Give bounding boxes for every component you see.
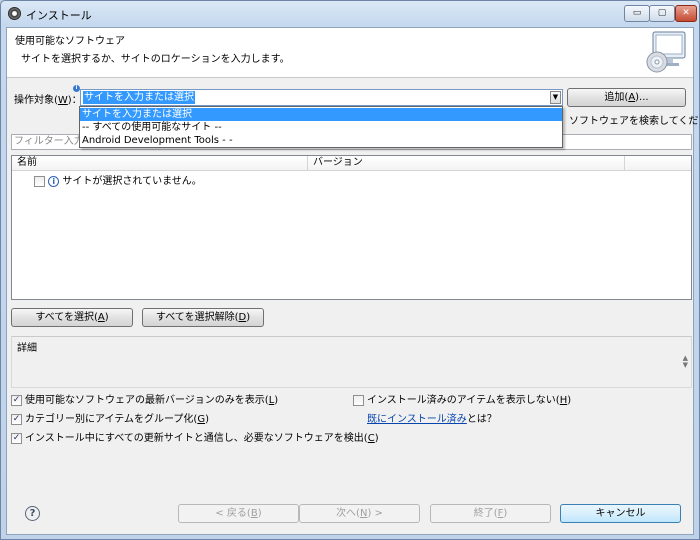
work-with-dropdown-list[interactable]: サイトを入力または選択 -- すべての使用可能なサイト -- Android D… (79, 106, 563, 148)
maximize-button[interactable]: ▢ (649, 5, 675, 22)
finish-button[interactable]: 終了(F) (430, 504, 551, 523)
wizard-header: 使用可能なソフトウェア サイトを選択するか、サイトのロケーションを入力します。 (7, 28, 693, 78)
software-tree[interactable]: 名前 バージョン i サイトが選択されていません。 (11, 155, 692, 300)
column-name[interactable]: 名前 (12, 156, 308, 171)
row-checkbox[interactable] (34, 175, 45, 187)
help-icon[interactable]: ? (25, 506, 40, 521)
close-button[interactable]: ✕ (675, 5, 697, 22)
work-with-combo-value[interactable]: サイトを入力または選択 (83, 91, 195, 104)
add-site-button[interactable]: 追加(A)... (567, 88, 686, 107)
column-version[interactable]: バージョン (308, 156, 625, 171)
deselect-all-button[interactable]: すべてを選択解除(D) (142, 308, 264, 327)
group-by-category-option[interactable]: ✓ カテゴリー別にアイテムをグループ化(G) (11, 413, 209, 426)
page-description: サイトを選択するか、サイトのロケーションを入力します。 (21, 54, 290, 65)
tree-header: 名前 バージョン (12, 156, 691, 171)
install-dialog: インストール ▭ ▢ ✕ 使用可能なソフトウェア サイトを選択するか、サイトのロ… (0, 0, 700, 540)
dropdown-option[interactable]: Android Development Tools - - (80, 134, 562, 147)
latest-only-checkbox[interactable]: ✓ (11, 394, 22, 406)
work-with-label: 操作対象(W)： (14, 95, 82, 106)
details-scroll-arrows[interactable]: ▲ ▼ (683, 355, 688, 369)
monitor-cd-icon (646, 31, 686, 73)
contact-sites-option[interactable]: ✓ インストール中にすべての更新サイトと通信し、必要なソフトウェアを検出(C) (11, 432, 379, 445)
select-all-button[interactable]: すべてを選択(A) (11, 308, 133, 327)
dropdown-option[interactable]: -- すべての使用可能なサイト -- (80, 121, 562, 134)
eclipse-app-icon (8, 7, 21, 20)
hide-installed-option[interactable]: インストール済みのアイテムを表示しない(H) (353, 394, 571, 407)
already-installed-row: 既にインストール済みとは？ (367, 413, 497, 426)
empty-message: サイトが選択されていません。 (62, 176, 202, 187)
already-installed-link[interactable]: 既にインストール済み (367, 414, 467, 425)
tree-row: i サイトが選択されていません。 (34, 175, 202, 189)
details-area[interactable]: ▲ ▼ (11, 336, 692, 388)
work-with-combo[interactable]: サイトを入力または選択 ▼ (80, 89, 563, 106)
title-bar[interactable]: インストール ▭ ▢ ✕ (1, 1, 699, 27)
latest-only-option[interactable]: ✓ 使用可能なソフトウェアの最新バージョンのみを表示(L) (11, 394, 278, 407)
chevron-down-icon[interactable]: ▼ (550, 91, 561, 104)
dialog-client-area: 使用可能なソフトウェア サイトを選択するか、サイトのロケーションを入力します。 … (6, 27, 700, 535)
contact-sites-checkbox[interactable]: ✓ (11, 432, 22, 444)
work-with-hint: ソフトウェアを検索してください。 (569, 116, 700, 127)
content-assist-icon: i (73, 85, 80, 92)
group-by-category-checkbox[interactable]: ✓ (11, 413, 22, 425)
back-button[interactable]: < 戻る(B) (178, 504, 299, 523)
already-installed-suffix: とは？ (466, 414, 497, 425)
dropdown-option[interactable]: サイトを入力または選択 (80, 108, 562, 121)
next-button[interactable]: 次へ(N) > (299, 504, 420, 523)
minimize-button[interactable]: ▭ (624, 5, 650, 22)
window-title: インストール (26, 9, 92, 22)
info-icon: i (48, 175, 60, 187)
cancel-button[interactable]: キャンセル (560, 504, 681, 523)
hide-installed-checkbox[interactable] (353, 394, 364, 406)
page-title: 使用可能なソフトウェア (15, 36, 125, 47)
